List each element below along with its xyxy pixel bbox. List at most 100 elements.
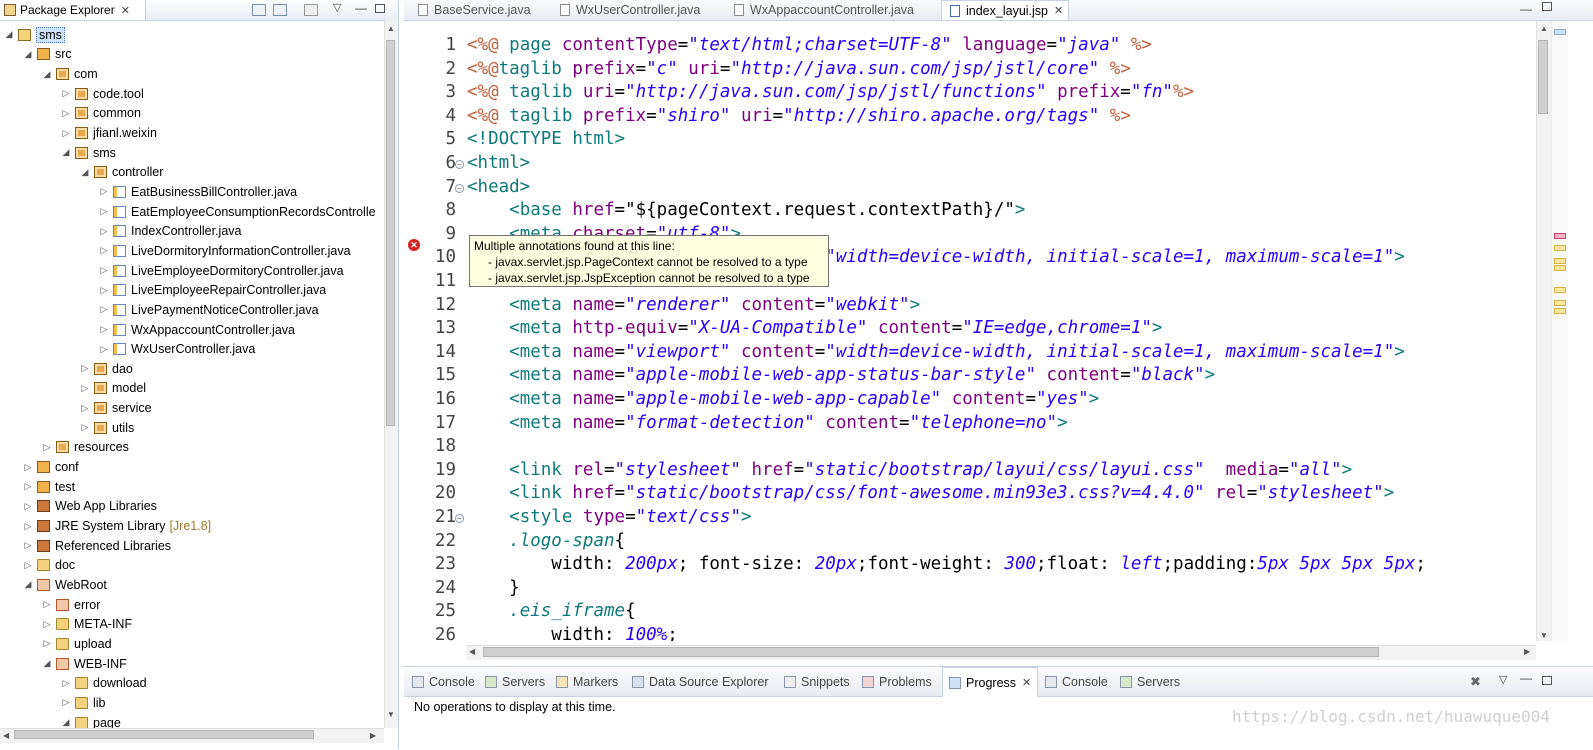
expanded-chevron-icon[interactable]: ◢ xyxy=(23,49,33,60)
scroll-right-arrow-icon[interactable]: ▶ xyxy=(370,731,376,740)
tree-horizontal-scroll-thumb[interactable] xyxy=(14,730,314,739)
code-line[interactable]: <meta name="format-detection" content="t… xyxy=(467,413,1068,433)
tree-item[interactable]: ◢ controller xyxy=(80,163,164,183)
collapsed-chevron-icon[interactable]: ▷ xyxy=(23,560,33,571)
tree-item[interactable]: ▷ LiveEmployeeRepairController.java xyxy=(99,280,327,300)
bottom-tab-console[interactable]: Console xyxy=(1045,667,1108,696)
tree-item[interactable]: ▷ download xyxy=(61,673,147,693)
collapsed-chevron-icon[interactable]: ▷ xyxy=(42,442,52,453)
bottom-tab-servers[interactable]: Servers xyxy=(1120,667,1180,696)
tree-item[interactable]: ▷ upload xyxy=(42,634,112,654)
editor-tab-baseservice[interactable]: BaseService.java xyxy=(410,0,540,20)
collapsed-chevron-icon[interactable]: ▷ xyxy=(23,540,33,551)
warning-overview-marker[interactable] xyxy=(1554,308,1566,314)
tree-item[interactable]: ▷ test xyxy=(23,477,76,497)
code-line[interactable]: <head> xyxy=(467,177,530,197)
expanded-chevron-icon[interactable]: ◢ xyxy=(61,147,71,158)
collapsed-chevron-icon[interactable]: ▷ xyxy=(99,206,109,217)
fold-toggle-icon[interactable]: − xyxy=(455,183,464,193)
close-icon[interactable]: ✕ xyxy=(1022,676,1031,689)
collapsed-chevron-icon[interactable]: ▷ xyxy=(23,501,33,512)
tree-item[interactable]: ▷ LivePaymentNoticeController.java xyxy=(99,300,319,320)
tree-item[interactable]: ▷ LiveEmployeeDormitoryController.java xyxy=(99,261,344,281)
maximize-icon[interactable] xyxy=(375,4,385,13)
minimize-icon[interactable]: — xyxy=(355,1,367,15)
collapsed-chevron-icon[interactable]: ▷ xyxy=(80,403,90,414)
tree-item[interactable]: ▷ resources xyxy=(42,438,129,458)
editor-vertical-scroll-thumb[interactable] xyxy=(1538,40,1548,114)
code-line[interactable]: .eis_iframe{ xyxy=(467,601,635,621)
code-line[interactable]: width: 200px; font-size: 20px;font-weigh… xyxy=(467,554,1426,574)
warning-overview-marker[interactable] xyxy=(1554,287,1566,293)
view-menu-icon[interactable]: ▽ xyxy=(333,1,341,14)
remove-all-icon[interactable]: ✖ xyxy=(1470,674,1481,690)
collapsed-chevron-icon[interactable]: ▷ xyxy=(99,304,109,315)
collapsed-chevron-icon[interactable]: ▷ xyxy=(99,265,109,276)
collapsed-chevron-icon[interactable]: ▷ xyxy=(61,697,71,708)
expanded-chevron-icon[interactable]: ◢ xyxy=(61,717,71,728)
bottom-tab-servers[interactable]: Servers xyxy=(485,667,545,696)
collapsed-chevron-icon[interactable]: ▷ xyxy=(42,638,52,649)
minimize-icon[interactable]: — xyxy=(1520,2,1532,16)
code-line[interactable]: <link href="static/bootstrap/css/font-aw… xyxy=(467,483,1394,503)
scroll-right-arrow-icon[interactable]: ▶ xyxy=(1524,647,1530,656)
overview-marker[interactable] xyxy=(1554,29,1566,35)
bottom-tab-data-source-explorer[interactable]: Data Source Explorer xyxy=(632,667,769,696)
warning-overview-marker[interactable] xyxy=(1554,258,1566,264)
overview-ruler[interactable] xyxy=(1551,21,1568,641)
tree-item[interactable]: ▷ EatEmployeeConsumptionRecordsControlle xyxy=(99,202,376,222)
error-icon[interactable]: ✕ xyxy=(408,239,420,251)
scroll-left-arrow-icon[interactable]: ◀ xyxy=(3,731,9,740)
tree-item[interactable]: ▷ dao xyxy=(80,359,133,379)
code-line[interactable]: <meta name="renderer" content="webkit"> xyxy=(467,295,920,315)
code-line[interactable]: width: 100%; xyxy=(467,625,677,641)
tree-item[interactable]: ▷ lib xyxy=(61,693,106,713)
tree-item[interactable]: ▷ Referenced Libraries xyxy=(23,536,172,556)
tree-item[interactable]: ◢ src xyxy=(23,45,72,65)
collapsed-chevron-icon[interactable]: ▷ xyxy=(23,521,33,532)
collapsed-chevron-icon[interactable]: ▷ xyxy=(23,481,33,492)
editor-tab-wxusercontroller[interactable]: WxUserController.java xyxy=(552,0,722,20)
warning-overview-marker[interactable] xyxy=(1554,265,1566,271)
tree-item[interactable]: ▷ jfianl.weixin xyxy=(61,123,157,143)
view-menu-icon[interactable]: ▽ xyxy=(1499,673,1507,686)
minimize-icon[interactable]: — xyxy=(1520,671,1532,685)
tree-item[interactable]: ▷ Web App Libraries xyxy=(23,497,157,517)
code-editor[interactable]: 1 <%@ page contentType="text/html;charset… xyxy=(404,21,1536,641)
collapsed-chevron-icon[interactable]: ▷ xyxy=(80,363,90,374)
tree-item[interactable]: ▷ WxUserController.java xyxy=(99,339,256,359)
collapsed-chevron-icon[interactable]: ▷ xyxy=(99,285,109,296)
link-with-editor-icon[interactable] xyxy=(273,4,287,16)
maximize-icon[interactable] xyxy=(1542,676,1552,685)
collapsed-chevron-icon[interactable]: ▷ xyxy=(61,678,71,689)
code-line[interactable]: <meta name="viewport" content="width=dev… xyxy=(467,342,1405,362)
code-line[interactable]: <base href="${pageContext.request.contex… xyxy=(467,200,1025,220)
editor-vertical-scrollbar[interactable] xyxy=(1536,21,1551,641)
bottom-tab-snippets[interactable]: Snippets xyxy=(784,667,850,696)
tree-item[interactable]: ▷ error xyxy=(42,595,101,615)
tree-item[interactable]: ▷ LiveDormitoryInformationController.java xyxy=(99,241,351,261)
tree-item[interactable]: ▷ model xyxy=(80,379,147,399)
scroll-up-arrow-icon[interactable]: ▲ xyxy=(1540,24,1548,33)
collapsed-chevron-icon[interactable]: ▷ xyxy=(61,88,71,99)
scroll-up-arrow-icon[interactable]: ▲ xyxy=(387,24,395,33)
code-line[interactable]: .logo-span{ xyxy=(467,531,625,551)
collapsed-chevron-icon[interactable]: ▷ xyxy=(42,599,52,610)
code-line[interactable]: <%@taglib prefix="c" uri="http://java.su… xyxy=(467,59,1131,79)
scroll-down-arrow-icon[interactable]: ▼ xyxy=(387,710,395,719)
code-line[interactable]: <meta name="apple-mobile-web-app-status-… xyxy=(467,365,1215,385)
tree-item[interactable]: ▷ code.tool xyxy=(61,84,144,104)
expanded-chevron-icon[interactable]: ◢ xyxy=(23,579,33,590)
maximize-icon[interactable] xyxy=(1542,2,1552,11)
code-line[interactable]: } xyxy=(467,578,520,598)
code-line[interactable]: <%@ taglib prefix="shiro" uri="http://sh… xyxy=(467,106,1131,126)
code-line[interactable]: <style type="text/css"> xyxy=(467,507,751,527)
collapsed-chevron-icon[interactable]: ▷ xyxy=(61,128,71,139)
tree-item[interactable]: ▷ META-INF xyxy=(42,615,133,635)
bottom-tab-problems[interactable]: Problems xyxy=(862,667,932,696)
editor-tab-index-layui-jsp[interactable]: index_layui.jsp ✕ xyxy=(941,0,1069,20)
collapse-all-icon[interactable] xyxy=(252,4,266,16)
tree-item[interactable]: ▷ IndexController.java xyxy=(99,222,242,242)
tree-item[interactable]: ▷ EatBusinessBillController.java xyxy=(99,182,298,202)
scroll-down-arrow-icon[interactable]: ▼ xyxy=(1540,631,1548,640)
